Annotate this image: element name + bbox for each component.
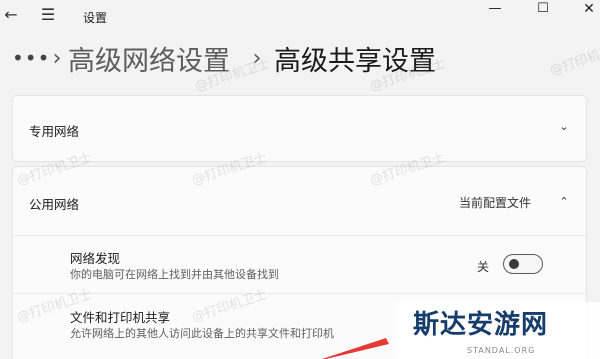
- network-discovery-title: 网络发现: [70, 251, 121, 266]
- window-title: 设置: [83, 11, 108, 25]
- chevron-down-icon[interactable]: ⌄: [557, 120, 571, 134]
- network-discovery-state-label: 关: [477, 260, 490, 274]
- network-discovery-description: 你的电脑可在网络上找到并由其他设备找到: [70, 268, 279, 281]
- close-icon[interactable]: ✕: [566, 0, 600, 20]
- current-profile-badge: 当前配置文件: [459, 196, 532, 210]
- toggle-knob: [509, 259, 519, 269]
- section-divider: [12, 235, 587, 236]
- title-bar: ← ☰ 设置 — ☐ ✕: [0, 0, 600, 34]
- file-printer-sharing-title: 文件和打印机共享: [70, 310, 171, 325]
- brand-url: STANDAL.ORG: [467, 346, 536, 355]
- private-network-section[interactable]: 专用网络 ⌄: [12, 95, 587, 162]
- red-arrow-annotation: [322, 338, 389, 359]
- file-printer-sharing-description: 允许网络上的其他人访问此设备上的共享文件和打印机: [70, 327, 334, 340]
- brand-name: 斯达安游网: [413, 310, 549, 340]
- public-network-label: 公用网络: [29, 197, 80, 212]
- minimize-icon[interactable]: —: [472, 0, 518, 20]
- brand-logo: 斯达安游网 STANDAL.ORG: [395, 302, 600, 359]
- hamburger-menu-icon[interactable]: ☰: [36, 2, 60, 28]
- private-network-label: 专用网络: [29, 124, 80, 139]
- breadcrumb-more-icon[interactable]: •••: [12, 46, 49, 70]
- back-arrow-icon[interactable]: ←: [0, 2, 22, 28]
- breadcrumb-chevron-icon: ›: [52, 45, 62, 71]
- chevron-up-icon[interactable]: ⌃: [557, 195, 571, 209]
- network-discovery-toggle[interactable]: [503, 254, 543, 274]
- row-divider: [12, 293, 587, 294]
- watermark-text: @打印机卫士: [548, 40, 600, 79]
- maximize-icon[interactable]: ☐: [520, 0, 566, 20]
